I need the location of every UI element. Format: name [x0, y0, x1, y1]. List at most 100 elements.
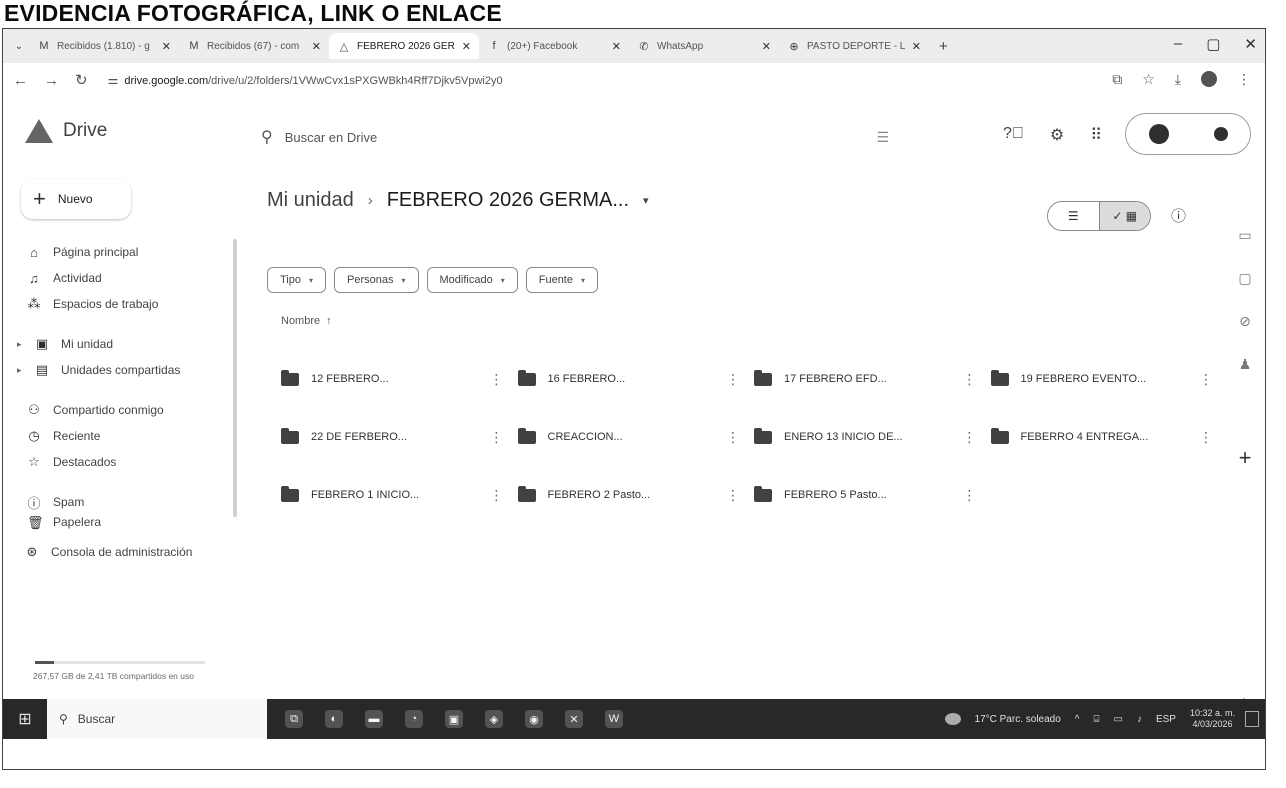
clock[interactable]: 10:32 a. m. 4/03/2026 [1190, 708, 1235, 731]
browser-tab[interactable]: M Recibidos (1.810) - g ✕ [29, 33, 179, 59]
sort-by-name[interactable]: Nombre ↑ [281, 315, 332, 327]
more-options-icon[interactable]: ⋮ [490, 429, 504, 446]
download-icon[interactable]: ⤓ [1175, 71, 1181, 88]
sidebar-item-shared-drives[interactable]: ▸ ▤ Unidades compartidas [3, 357, 233, 383]
network-icon[interactable]: ⌸ [1094, 714, 1100, 725]
word-icon[interactable]: W [605, 710, 623, 728]
arrow-up-icon[interactable]: ↑ [326, 315, 332, 327]
filter-chip[interactable]: Fuente ▾ [525, 267, 598, 293]
tab-close-icon[interactable]: ✕ [612, 40, 621, 53]
tab-close-icon[interactable]: ✕ [912, 40, 921, 53]
new-button[interactable]: + Nuevo [21, 179, 131, 219]
tab-close-icon[interactable]: ✕ [312, 40, 321, 53]
expand-arrow-icon[interactable]: ▸ [17, 339, 23, 350]
capcut-icon[interactable]: ✕ [565, 710, 583, 728]
folder-item[interactable]: 17 FEBRERO EFD... ⋮ [750, 357, 981, 401]
notification-icon[interactable] [1245, 711, 1259, 727]
photos-icon[interactable]: ◈ [485, 710, 503, 728]
sidebar-item-workspaces[interactable]: ⁂ Espacios de trabajo [3, 291, 233, 317]
breadcrumb-root[interactable]: Mi unidad [267, 189, 354, 212]
chrome-icon[interactable]: ◉ [525, 710, 543, 728]
sidebar-item-shared-with-me[interactable]: ⚇ Compartido conmigo [3, 397, 233, 423]
search-input[interactable]: Buscar en Drive [285, 130, 377, 145]
edge-icon[interactable]: ◔ [405, 710, 423, 728]
forward-arrow-icon[interactable]: → [44, 72, 59, 89]
more-options-icon[interactable]: ⋮ [1199, 429, 1213, 446]
more-options-icon[interactable]: ⋮ [490, 371, 504, 388]
bookmark-star-icon[interactable]: ☆ [1142, 71, 1155, 88]
search-icon[interactable]: ⚲ [261, 127, 273, 147]
profile-avatar-icon[interactable] [1201, 71, 1217, 87]
close-window-icon[interactable]: ✕ [1244, 35, 1257, 53]
sidebar-item-starred[interactable]: ☆ Destacados [3, 449, 233, 475]
keep-icon[interactable]: ▢ [1238, 270, 1251, 287]
task-view-icon[interactable]: ⧉ [285, 710, 303, 728]
folder-item[interactable]: 16 FEBRERO... ⋮ [514, 357, 745, 401]
expand-arrow-icon[interactable]: ▸ [17, 365, 23, 376]
sidebar-scrollbar[interactable] [233, 239, 237, 517]
more-options-icon[interactable]: ⋮ [963, 487, 977, 504]
edge-browser-icon[interactable]: ◐ [325, 710, 343, 728]
calendar-icon[interactable]: ▭ [1238, 227, 1251, 244]
storage-usage-text[interactable]: 267,57 GB de 2,41 TB compartidos en uso [33, 671, 209, 682]
sidebar-item-my-drive[interactable]: ▸ ▣ Mi unidad [3, 331, 233, 357]
language-indicator[interactable]: ESP [1156, 714, 1176, 725]
tray-chevron-up-icon[interactable]: ^ [1075, 714, 1080, 725]
reload-icon[interactable]: ↻ [75, 71, 88, 89]
folder-item[interactable]: FEBERRO 4 ENTREGA... ⋮ [987, 415, 1218, 459]
more-options-icon[interactable]: ⋮ [726, 429, 740, 446]
folder-item[interactable]: 19 FEBRERO EVENTO... ⋮ [987, 357, 1218, 401]
cast-icon[interactable]: ⧉ [1112, 71, 1122, 88]
info-icon[interactable]: ⓘ [1171, 205, 1186, 226]
maximize-icon[interactable]: ▢ [1206, 35, 1220, 53]
tab-close-icon[interactable]: ✕ [762, 40, 771, 53]
filter-chip[interactable]: Modificado ▾ [426, 267, 518, 293]
weather-icon[interactable] [944, 713, 961, 725]
search-options-icon[interactable]: ☰ [876, 129, 889, 146]
more-options-icon[interactable]: ⋮ [726, 371, 740, 388]
folder-item[interactable]: FEBRERO 5 Pasto... ⋮ [750, 473, 981, 517]
sidebar-item-spam[interactable]: ⓘ Spam [3, 489, 233, 515]
contacts-icon[interactable]: ♟ [1239, 356, 1252, 373]
battery-icon[interactable]: ▭ [1114, 714, 1123, 725]
folder-menu-dropdown-icon[interactable]: ▾ [643, 194, 649, 207]
browser-tab[interactable]: ⊕ PASTO DEPORTE - L ✕ [779, 33, 929, 59]
sidebar-item-recent[interactable]: ◷ Reciente [3, 423, 233, 449]
tasks-icon[interactable]: ⊘ [1239, 313, 1251, 330]
filter-chip[interactable]: Tipo ▾ [267, 267, 327, 293]
apps-grid-icon[interactable]: ⠿ [1090, 125, 1102, 145]
store-icon[interactable]: ▣ [445, 710, 463, 728]
add-addon-icon[interactable]: + [1239, 445, 1252, 471]
sidebar-item-trash[interactable]: 🗑 Papelera [3, 515, 233, 531]
folder-item[interactable]: FEBRERO 1 INICIO... ⋮ [277, 473, 508, 517]
sidebar-item-admin-console[interactable]: ⊛ Consola de administración [3, 539, 233, 565]
tab-close-icon[interactable]: ✕ [162, 40, 171, 53]
settings-gear-icon[interactable]: ⚙ [1050, 125, 1064, 145]
search-bar[interactable]: ⚲ Buscar en Drive ☰ [255, 117, 905, 157]
folder-item[interactable]: FEBRERO 2 Pasto... ⋮ [514, 473, 745, 517]
folder-item[interactable]: 12 FEBRERO... ⋮ [277, 357, 508, 401]
browser-menu-icon[interactable]: ⋮ [1237, 71, 1251, 88]
more-options-icon[interactable]: ⋮ [963, 371, 977, 388]
drive-logo[interactable]: Drive [25, 119, 107, 143]
browser-tab[interactable]: ✆ WhatsApp ✕ [629, 33, 779, 59]
tab-search-chevron-icon[interactable]: ⌄ [9, 41, 29, 52]
browser-tab[interactable]: △ FEBRERO 2026 GER ✕ [329, 33, 479, 59]
minimize-icon[interactable]: – [1174, 35, 1182, 53]
weather-text[interactable]: 17°C Parc. soleado [975, 714, 1061, 725]
back-arrow-icon[interactable]: ← [13, 72, 28, 89]
more-options-icon[interactable]: ⋮ [963, 429, 977, 446]
tab-close-icon[interactable]: ✕ [462, 40, 471, 53]
sidebar-item-activity[interactable]: ♫ Actividad [3, 265, 233, 291]
new-tab-button[interactable]: + [929, 38, 958, 55]
taskbar-search[interactable]: ⚲ Buscar [47, 699, 267, 739]
folder-item[interactable]: ENERO 13 INICIO DE... ⋮ [750, 415, 981, 459]
more-options-icon[interactable]: ⋮ [1199, 371, 1213, 388]
filter-chip[interactable]: Personas ▾ [334, 267, 419, 293]
sidebar-item-home[interactable]: ⌂ Página principal [3, 239, 233, 265]
file-explorer-icon[interactable]: ▬ [365, 710, 383, 728]
folder-item[interactable]: 22 DE FERBERO... ⋮ [277, 415, 508, 459]
browser-tab[interactable]: M Recibidos (67) - com ✕ [179, 33, 329, 59]
folder-item[interactable]: CREACCION... ⋮ [514, 415, 745, 459]
more-options-icon[interactable]: ⋮ [726, 487, 740, 504]
